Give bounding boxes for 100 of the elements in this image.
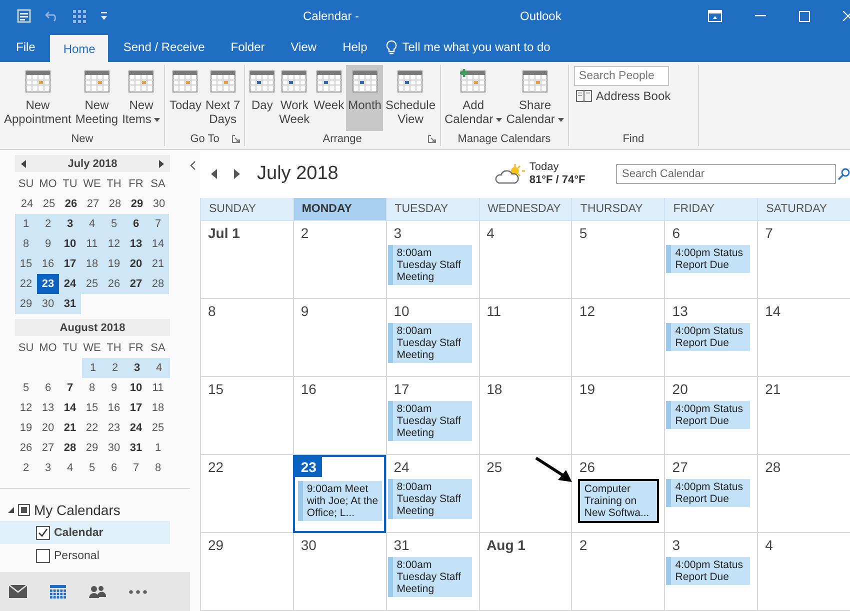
search-icon[interactable] (838, 168, 850, 180)
mini-calendar-day[interactable]: 7 (125, 458, 147, 478)
mini-calendar-day[interactable]: 16 (37, 254, 59, 274)
day-cell[interactable]: 30 (292, 533, 386, 611)
mini-calendar-day[interactable]: 27 (37, 438, 59, 458)
mini-calendar-day[interactable]: 12 (15, 398, 37, 418)
checkbox[interactable] (36, 526, 50, 540)
day-cell[interactable]: 5 (571, 221, 664, 299)
mini-calendar-day[interactable]: 22 (15, 274, 37, 294)
ribbon-button[interactable]: Today (167, 65, 204, 131)
mini-calendar-day[interactable]: 26 (60, 194, 82, 214)
mini-calendar-day[interactable]: 23 (103, 418, 125, 438)
next-icon[interactable] (234, 169, 240, 179)
day-cell[interactable]: 9 (292, 299, 386, 377)
ribbon-button[interactable]: Add Calendar (442, 65, 504, 131)
ribbon-button[interactable]: Day (247, 65, 278, 131)
previous-icon[interactable] (211, 169, 217, 179)
mini-calendar-day[interactable]: 8 (81, 378, 103, 398)
expanded-icon[interactable] (8, 507, 14, 513)
menu-tab[interactable]: Send / Receive (112, 32, 216, 62)
day-cell[interactable]: 11 (478, 299, 572, 377)
calendar-icon[interactable] (50, 584, 66, 598)
day-cell[interactable]: 18 (478, 377, 572, 455)
calendar-event[interactable]: 9:00am Meet with Joe; At the Office; L... (298, 481, 382, 521)
mini-calendar-day[interactable]: 25 (38, 194, 60, 214)
day-cell[interactable]: 22 (200, 455, 293, 533)
mini-calendar-day[interactable]: 1 (15, 214, 37, 234)
mini-calendar-day[interactable]: 19 (103, 254, 125, 274)
maximize-icon[interactable] (799, 10, 810, 22)
day-cell[interactable]: 27 4:00pm Status Report Due (664, 455, 758, 533)
mini-calendar-day[interactable]: 21 (147, 254, 169, 274)
mini-calendar-day[interactable]: 26 (15, 438, 37, 458)
mini-calendar-day[interactable]: 20 (125, 254, 147, 274)
next-month-icon[interactable] (158, 160, 164, 168)
mini-calendar-day[interactable]: 24 (125, 418, 147, 438)
calendar-event[interactable]: 8:00am Tuesday Staff Meeting (388, 557, 472, 597)
search-calendar-field[interactable]: Search Calendar (616, 164, 836, 184)
calendar-list-item[interactable]: Personal (0, 544, 190, 567)
mini-calendar-day[interactable]: 5 (81, 458, 103, 478)
day-cell[interactable]: 21 (757, 377, 850, 455)
mini-calendar-day[interactable]: 17 (59, 254, 81, 274)
menu-tab[interactable]: Help (332, 32, 378, 62)
calendar-event[interactable]: 8:00am Tuesday Staff Meeting (388, 479, 472, 519)
mini-calendar-day[interactable]: 18 (147, 398, 169, 418)
mini-calendar-day[interactable]: 2 (104, 358, 126, 378)
mini-calendar-day[interactable]: 1 (147, 438, 169, 458)
mini-calendar-day[interactable]: 25 (147, 418, 169, 438)
group-checkbox-icon[interactable] (18, 504, 30, 516)
checkbox[interactable] (36, 548, 50, 562)
day-cell[interactable]: 19 (571, 377, 664, 455)
mini-calendar-day[interactable]: 4 (59, 458, 81, 478)
day-cell[interactable]: 3 4:00pm Status Report Due (664, 533, 758, 611)
mini-calendar-day[interactable]: 9 (37, 234, 59, 254)
mini-calendar-day[interactable]: 5 (103, 214, 125, 234)
calendar-event[interactable]: 8:00am Tuesday Staff Meeting (388, 245, 472, 285)
mini-calendar-day[interactable]: 3 (59, 214, 81, 234)
mini-calendar-day[interactable]: 13 (37, 398, 59, 418)
mini-calendar-day[interactable]: 18 (81, 254, 103, 274)
mini-calendar-day[interactable]: 9 (103, 378, 125, 398)
ribbon-display-icon[interactable] (708, 10, 722, 22)
calendar-event[interactable]: 4:00pm Status Report Due (666, 479, 750, 507)
tell-me-search[interactable]: Tell me what you want to do (402, 40, 550, 54)
calendar-event[interactable]: 8:00am Tuesday Staff Meeting (388, 323, 472, 363)
mini-calendar-day[interactable]: 22 (81, 418, 103, 438)
ribbon-button[interactable]: Schedule View (383, 65, 438, 131)
day-cell[interactable]: Aug 1 (478, 533, 572, 611)
day-cell[interactable]: 15 (200, 377, 293, 455)
mini-calendar-day[interactable]: 8 (147, 458, 169, 478)
mail-icon[interactable] (9, 585, 27, 598)
mini-calendar-day[interactable]: 17 (125, 398, 147, 418)
mini-calendar-day[interactable]: 10 (125, 378, 147, 398)
mini-calendar-day[interactable]: 27 (82, 194, 104, 214)
calendar-event[interactable]: Computer Training on New Softwa... (578, 479, 660, 523)
day-cell[interactable]: 29 (200, 533, 293, 611)
menu-tab[interactable]: Folder (220, 32, 276, 62)
day-cell[interactable]: 2 (571, 533, 664, 611)
mini-calendar-day[interactable]: 5 (15, 378, 37, 398)
mini-calendar-day[interactable]: 6 (37, 378, 59, 398)
ribbon-button[interactable]: New Appointment (2, 65, 74, 131)
dropdown-caret-icon[interactable] (496, 118, 502, 122)
mini-calendar-day[interactable]: 14 (147, 234, 169, 254)
mini-calendar-day[interactable]: 21 (59, 418, 81, 438)
day-cell[interactable]: 20 4:00pm Status Report Due (664, 377, 758, 455)
day-cell[interactable]: 31 8:00am Tuesday Staff Meeting (386, 533, 479, 611)
day-cell[interactable]: 12 (571, 299, 664, 377)
ribbon-button[interactable]: Work Week (277, 65, 312, 131)
menu-tab[interactable]: File (5, 32, 46, 62)
menu-tab[interactable]: Home (50, 35, 108, 62)
mini-calendar-day[interactable]: 6 (103, 458, 125, 478)
calendar-event[interactable]: 8:00am Tuesday Staff Meeting (388, 401, 472, 441)
mini-calendar-day[interactable]: 30 (103, 438, 125, 458)
mini-calendar-day[interactable]: 8 (15, 234, 37, 254)
day-cell[interactable]: 2 (292, 221, 386, 299)
day-cell[interactable]: 7 (757, 221, 850, 299)
mini-calendar-day[interactable]: 4 (148, 358, 170, 378)
mini-calendar-day[interactable]: 12 (103, 234, 125, 254)
calendar-event[interactable]: 4:00pm Status Report Due (666, 557, 750, 585)
mini-calendar-day[interactable]: 31 (59, 294, 81, 314)
day-cell[interactable]: 14 (757, 299, 850, 377)
mini-calendar-day[interactable]: 4 (81, 214, 103, 234)
